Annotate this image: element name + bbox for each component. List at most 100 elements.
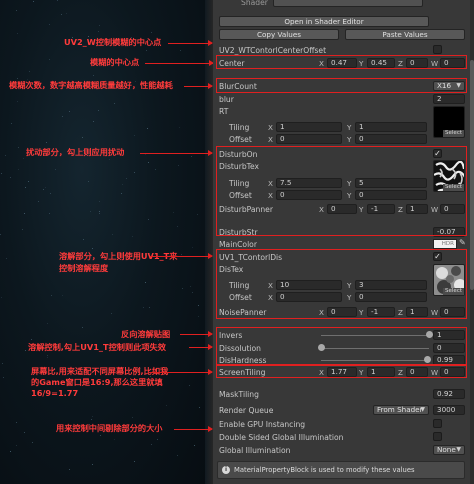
noise-panner-z-field[interactable]: 1: [406, 307, 428, 317]
open-shader-editor-button[interactable]: Open in Shader Editor: [219, 16, 429, 27]
main-color-swatch[interactable]: HDR: [433, 239, 457, 249]
global-illumination-dropdown[interactable]: None ▼: [433, 445, 465, 455]
center-x-field[interactable]: 0.47: [327, 58, 357, 68]
dissolution-slider-knob[interactable]: [317, 344, 325, 351]
disturb-str-field[interactable]: -0.07: [433, 227, 465, 237]
scene-particle: [151, 32, 153, 33]
noise-panner-y-field[interactable]: -1: [367, 307, 395, 317]
scene-particle: [69, 111, 70, 113]
screen-tiling-y-field[interactable]: 1: [367, 367, 395, 377]
center-label: Center: [219, 59, 245, 68]
scene-particle: [15, 444, 17, 446]
arrow-dissolve: [150, 253, 213, 259]
center-w-field[interactable]: 0: [440, 58, 465, 68]
scene-particle: [24, 213, 26, 215]
scene-particle: [177, 165, 179, 167]
mask-tiling-row: MaskTiling 0.92: [213, 388, 468, 400]
uv1-t-checkbox[interactable]: ✓: [433, 252, 442, 261]
center-z-field[interactable]: 0: [406, 58, 428, 68]
render-queue-field[interactable]: 3000: [433, 405, 465, 415]
dis-hardness-field[interactable]: 0.99: [433, 355, 465, 365]
dis-hardness-slider-knob[interactable]: [424, 356, 432, 363]
scene-particle: [46, 355, 48, 357]
gpu-instancing-checkbox[interactable]: [433, 419, 442, 428]
scene-particle: [25, 349, 27, 351]
disturb-on-checkbox[interactable]: ✓: [433, 149, 442, 158]
blur-field[interactable]: 2: [433, 94, 465, 104]
scene-particle: [99, 210, 101, 212]
scene-particle: [98, 24, 100, 26]
screen-tiling-z-field[interactable]: 0: [406, 367, 428, 377]
scene-particle: [109, 158, 111, 160]
scene-particle: [50, 192, 52, 194]
rt-tiling-y-field[interactable]: 1: [355, 122, 427, 132]
invers-slider-track[interactable]: [321, 335, 429, 336]
dis-hardness-slider-track[interactable]: [321, 360, 429, 361]
mask-tiling-field[interactable]: 0.92: [433, 389, 465, 399]
paste-values-button[interactable]: Paste Values: [345, 29, 465, 40]
disturb-tiling-x-field[interactable]: 7.5: [276, 178, 342, 188]
eyedropper-icon[interactable]: ✎: [459, 238, 466, 247]
copy-values-button[interactable]: Copy Values: [219, 29, 339, 40]
disturb-offset-x-field[interactable]: 0: [276, 190, 342, 200]
blur-count-label: BlurCount: [219, 82, 257, 91]
dissolution-field[interactable]: 0: [433, 343, 465, 353]
scrollbar-thumb[interactable]: [470, 60, 474, 290]
dis-tex-label: DisTex: [219, 265, 244, 274]
scene-particle: [92, 415, 94, 417]
scene-particle: [1, 172, 3, 174]
inspector-scrollbar[interactable]: [470, 0, 474, 484]
double-sided-gi-checkbox[interactable]: [433, 432, 442, 441]
dissolution-slider-track[interactable]: [321, 348, 429, 349]
disturb-str-label: DisturbStr: [219, 228, 258, 237]
scene-particle: [10, 450, 11, 452]
scene-particle: [16, 32, 18, 34]
scene-particle: [132, 417, 134, 419]
disturb-tex-row: DisturbTex: [213, 160, 468, 172]
scene-particle: [5, 257, 7, 259]
noise-panner-w-field[interactable]: 0: [440, 307, 465, 317]
screen-tiling-w-field[interactable]: 0: [440, 367, 465, 377]
disturb-panner-z-field[interactable]: 1: [406, 204, 428, 214]
arrow-disturb: [140, 150, 213, 156]
disturb-offset-y-field[interactable]: 0: [355, 190, 427, 200]
scene-particle: [180, 50, 182, 52]
scene-particle: [51, 295, 53, 297]
uv2-checkbox[interactable]: [433, 45, 442, 54]
invers-slider-knob[interactable]: [425, 331, 433, 338]
info-icon: i: [222, 466, 230, 474]
screen-tiling-x-field[interactable]: 1.77: [327, 367, 357, 377]
help-box: i MaterialPropertyBlock is used to modif…: [217, 461, 465, 479]
dis-offset-x-field[interactable]: 0: [276, 292, 342, 302]
note-dissolve: 溶解部分，勾上则使用UV1_T来控制溶解程度: [59, 251, 178, 273]
scene-particle: [15, 421, 17, 423]
rt-offset-x-field[interactable]: 0: [276, 134, 342, 144]
center-y-field[interactable]: 0.45: [367, 58, 395, 68]
dis-tiling-y-axis: Y: [347, 281, 352, 290]
disturb-panner-x-field[interactable]: 0: [327, 204, 357, 214]
shader-dropdown[interactable]: [273, 0, 423, 7]
scene-particle: [147, 128, 149, 130]
scene-divider: [205, 0, 213, 484]
scene-particle: [113, 103, 115, 105]
dis-tiling-y-field[interactable]: 3: [355, 280, 427, 290]
render-queue-dropdown[interactable]: From Shader ▼: [373, 405, 429, 415]
disturb-panner-y-field[interactable]: -1: [367, 204, 395, 214]
dis-tiling-x-field[interactable]: 10: [276, 280, 342, 290]
noise-panner-x-axis: X: [319, 308, 324, 317]
rt-tiling-y-axis: Y: [347, 123, 352, 132]
blur-count-dropdown[interactable]: X16 ▼: [433, 81, 465, 91]
disturb-panner-w-field[interactable]: 0: [440, 204, 465, 214]
noise-panner-x-field[interactable]: 0: [327, 307, 357, 317]
disturb-offset-label: Offset: [229, 191, 252, 200]
disturb-tiling-y-field[interactable]: 5: [355, 178, 427, 188]
invers-field[interactable]: 1: [433, 330, 465, 340]
rt-offset-y-field[interactable]: 0: [355, 134, 427, 144]
dis-offset-y-field[interactable]: 0: [355, 292, 427, 302]
rt-offset-row: Offset X 0 Y 0: [213, 133, 468, 145]
scene-particle: [191, 155, 193, 157]
rt-tiling-label: Tiling: [229, 123, 250, 132]
arrow-dissolution: [189, 344, 213, 350]
blur-label: blur: [219, 95, 234, 104]
rt-tiling-x-field[interactable]: 1: [276, 122, 342, 132]
